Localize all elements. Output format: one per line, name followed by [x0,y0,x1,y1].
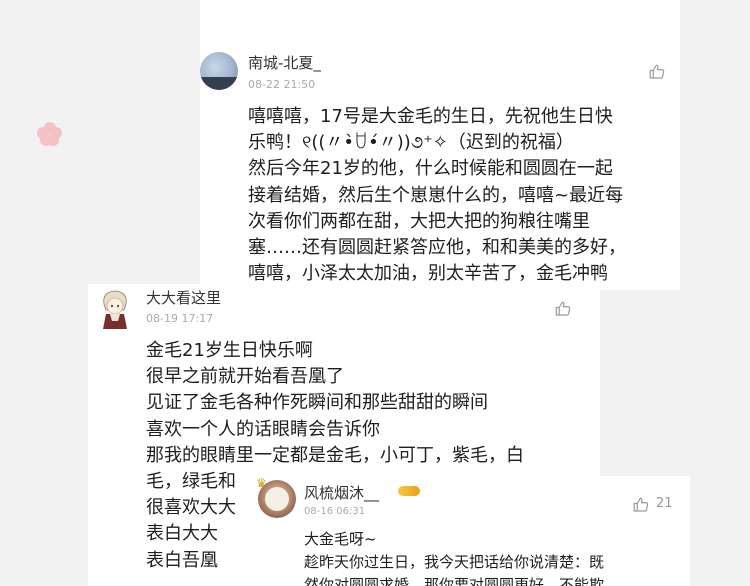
comment-line: 见证了金毛各种作死瞬间和那些甜甜的瞬间 [146,392,488,414]
anime-character-icon [103,290,127,329]
comment-text: 嘻嘻嘻，17号是大金毛的生日，先祝他生日快 乐鸭！୧((〃•̀ꇴ•́〃))૭⁺✧… [248,104,626,287]
comment-text: 大金毛呀~ 趁昨天你过生日，我今天把话给你说清楚：既 然你对圆圆求婚，那你要对圆… [304,528,604,586]
comment-timestamp: 08-22 21:50 [248,78,316,91]
comment-line: 接着结婚，然后生个崽崽什么的，嘻嘻~最近每 [248,184,624,206]
comment-timestamp: 08-16 06:31 [304,506,366,517]
comment-line: 金毛21岁生日快乐啊 [146,340,313,361]
like-count: 21 [656,496,673,511]
comment-line: 趁昨天你过生日，我今天把话给你说清楚：既 [304,553,605,571]
comment-username[interactable]: 南城-北夏_ [248,52,321,73]
comment-line: 嘻嘻嘻，17号是大金毛的生日，先祝他生日快 [248,106,613,127]
comment-card: 南城-北夏_ 08-22 21:50 嘻嘻嘻，17号是大金毛的生日，先祝他生日快… [200,0,680,290]
comment-line: 然后今年21岁的他，什么时候能和圆圆在一起 [248,158,613,180]
comment-card: ♛ 风梳烟沐__ 08-16 06:31 21 大金毛呀~ 趁昨天你过生日，我今… [250,476,690,586]
comment-line: 很早之前就开始看吾凰了 [146,366,344,388]
comment-username[interactable]: 大大看这里 [146,287,221,308]
user-avatar[interactable] [200,52,238,90]
comment-line: 然你对圆圆求婚，那你要对圆圆更好，不能欺 [304,576,605,586]
comment-line: 乐鸭！୧((〃•̀ꇴ•́〃))૭⁺✧（迟到的祝福） [248,132,574,154]
comment-line: 大金毛呀~ [304,530,377,548]
level-badge [398,486,420,496]
comment-line: 那我的眼睛里一定都是金毛，小可丁，紫毛，白 [146,444,524,466]
comment-line: 喜欢一个人的话眼睛会告诉你 [146,418,380,440]
thumbs-up-icon[interactable] [632,496,650,514]
thumbs-up-icon[interactable] [554,300,572,318]
comment-line: 次看你们两都在甜，大把大把的狗粮往嘴里 [248,210,590,232]
crown-badge-icon: ♛ [256,476,267,490]
thumbs-up-icon[interactable] [648,63,666,81]
comment-username[interactable]: 风梳烟沐__ [304,482,379,503]
comment-line: 塞……还有圆圆赶紧答应他，和和美美的多好， [248,237,626,259]
user-avatar[interactable] [98,288,132,330]
comment-timestamp: 08-19 17:17 [146,312,214,325]
petal-icon [37,122,62,146]
